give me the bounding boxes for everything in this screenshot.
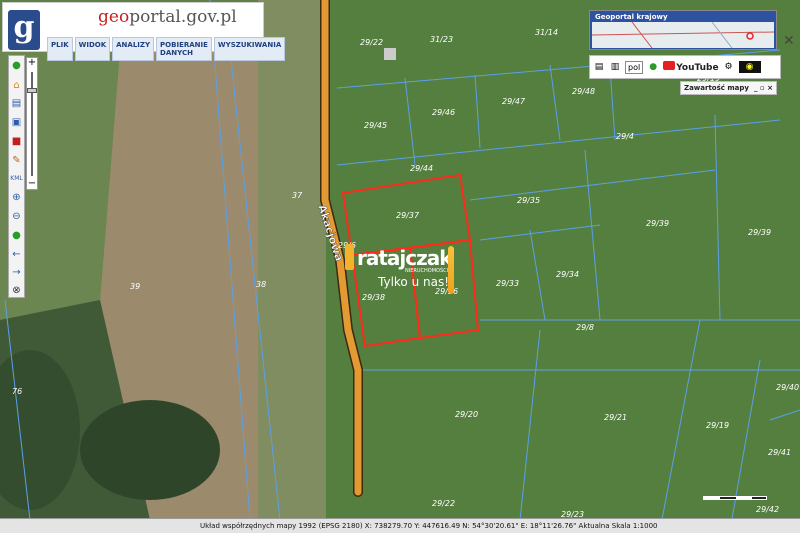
overview-map[interactable]: Geoportal krajowy <box>589 10 777 50</box>
left-toolbar: ● ⌂ ▤ ▣ ■ ✎ KML ⊕ ⊖ ● ← → ⊗ <box>8 55 25 298</box>
svg-text:29/35: 29/35 <box>517 196 540 205</box>
svg-text:38: 38 <box>256 280 266 289</box>
settings-icon[interactable]: ⚙ <box>723 61 735 73</box>
measure-area-icon[interactable]: ■ <box>10 135 23 148</box>
header-logo-box: g geoportal.gov.pl PLIK WIDOK ANALIZY PO… <box>2 2 286 61</box>
watermark: ratajczak NIERUCHOMOŚCI Tylko u nas! <box>345 244 457 296</box>
top-right-toolbar: ▤ ▥ pol ● YouTube ⚙ ◉ <box>589 55 781 79</box>
menu-analizy[interactable]: ANALIZY <box>112 37 155 61</box>
svg-text:31/14: 31/14 <box>535 28 558 37</box>
svg-text:29/39: 29/39 <box>646 219 669 228</box>
eye-icon[interactable]: ◉ <box>738 61 761 73</box>
youtube-label: YouTube <box>676 63 719 73</box>
youtube-icon <box>663 61 676 70</box>
print-area-icon[interactable]: ▣ <box>10 116 23 129</box>
svg-text:29/22: 29/22 <box>432 499 455 508</box>
kml-icon[interactable]: KML <box>10 172 23 185</box>
pencil-icon[interactable]: ✎ <box>10 154 23 167</box>
zoom-minus-icon[interactable]: − <box>27 179 37 189</box>
zoom-in-icon[interactable]: ⊕ <box>10 191 23 204</box>
help-icon[interactable]: ● <box>647 61 659 73</box>
svg-text:29/42: 29/42 <box>756 505 779 514</box>
menu-wyszukiwania[interactable]: WYSZUKIWANIA <box>213 37 286 61</box>
menu-pobieranie-danych[interactable]: POBIERANIE DANYCH <box>156 37 212 61</box>
svg-text:29/37: 29/37 <box>396 211 420 220</box>
youtube-link[interactable]: YouTube <box>663 61 719 73</box>
svg-text:29/39: 29/39 <box>748 228 771 237</box>
print-icon[interactable]: ▤ <box>593 61 605 73</box>
svg-text:29/34: 29/34 <box>556 270 579 279</box>
svg-text:29/46: 29/46 <box>432 108 455 117</box>
zoom-plus-icon[interactable]: + <box>27 58 37 68</box>
site-title: geoportal.gov.pl <box>98 7 237 27</box>
panel-title: Zawartość mapy <box>684 84 749 92</box>
home-icon[interactable]: ⌂ <box>10 79 23 92</box>
compass-icon[interactable]: ⊗ <box>10 284 23 297</box>
svg-text:29/20: 29/20 <box>455 410 478 419</box>
map-contents-panel[interactable]: Zawartość mapy _ ▫ × <box>680 81 777 95</box>
svg-text:29/21: 29/21 <box>604 413 627 422</box>
svg-text:29/8: 29/8 <box>576 323 594 332</box>
forward-arrow-icon[interactable]: → <box>10 266 23 279</box>
status-bar: Układ współrzędnych mapy 1992 (EPSG 2180… <box>0 518 800 533</box>
watermark-tagline: Tylko u nas! <box>378 275 450 289</box>
svg-text:29/33: 29/33 <box>496 279 519 288</box>
panel-window-controls[interactable]: _ ▫ × <box>754 84 773 92</box>
site-title-geo: geo <box>98 7 130 27</box>
svg-text:29/19: 29/19 <box>706 421 729 430</box>
watermark-sub: NIERUCHOMOŚCI <box>405 268 449 274</box>
svg-text:29/40: 29/40 <box>776 383 799 392</box>
info-icon[interactable]: ● <box>10 59 23 72</box>
svg-text:37: 37 <box>292 191 303 200</box>
menu-plik[interactable]: PLIK <box>47 37 73 61</box>
menu-widok[interactable]: WIDOK <box>74 37 111 61</box>
svg-text:29/44: 29/44 <box>410 164 433 173</box>
svg-text:29/4: 29/4 <box>616 132 634 141</box>
svg-text:29/41: 29/41 <box>768 448 791 457</box>
svg-text:29/48: 29/48 <box>572 87 595 96</box>
geoportal-logo[interactable]: g <box>8 10 40 50</box>
globe-icon[interactable]: ● <box>10 229 23 242</box>
watermark-logo-mark <box>345 244 354 270</box>
svg-text:29/47: 29/47 <box>502 97 526 106</box>
document-icon[interactable]: ▤ <box>10 97 23 110</box>
language-select[interactable]: pol <box>625 60 644 74</box>
svg-text:31/23: 31/23 <box>430 35 453 44</box>
scale-bar <box>703 496 767 500</box>
zoom-out-icon[interactable]: ⊖ <box>10 210 23 223</box>
main-menu: PLIK WIDOK ANALIZY POBIERANIE DANYCH WYS… <box>47 37 286 61</box>
svg-text:29/45: 29/45 <box>364 121 387 130</box>
svg-text:76: 76 <box>12 387 22 396</box>
overview-map-image[interactable] <box>591 21 775 49</box>
overview-roads <box>591 21 775 49</box>
save-icon[interactable]: ▥ <box>609 61 621 73</box>
close-icon[interactable]: ✕ <box>783 34 797 48</box>
svg-text:29/22: 29/22 <box>360 38 383 47</box>
site-title-rest: portal.gov.pl <box>129 7 237 27</box>
svg-text:39: 39 <box>130 282 140 291</box>
watermark-brand: ratajczak <box>357 246 453 270</box>
zoom-slider[interactable]: + − <box>26 57 38 190</box>
back-arrow-icon[interactable]: ← <box>10 248 23 261</box>
zoom-thumb[interactable] <box>27 88 37 93</box>
